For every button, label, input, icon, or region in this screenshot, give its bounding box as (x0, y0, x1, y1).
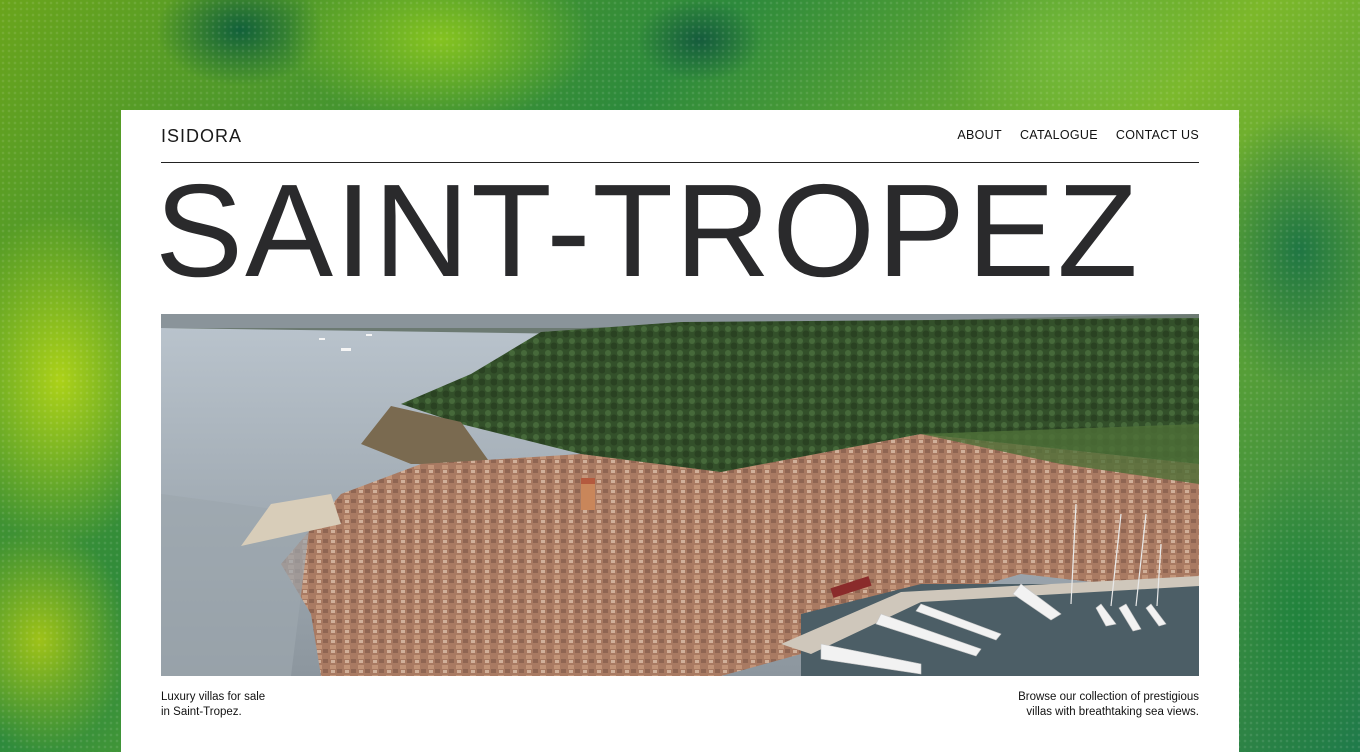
left-caption-line-2: in Saint-Tropez. (161, 706, 242, 718)
left-caption: Luxury villas for sale in Saint-Tropez. (161, 690, 361, 720)
aerial-town-photo (161, 314, 1199, 676)
hero-title: SAINT-TROPEZ (155, 166, 1140, 296)
content-card: ISIDORA ABOUT CATALOGUE CONTACT US SAINT… (121, 110, 1239, 752)
nav-link-catalogue[interactable]: CATALOGUE (1020, 128, 1098, 142)
left-caption-line-1: Luxury villas for sale (161, 691, 266, 703)
nav-link-about[interactable]: ABOUT (957, 128, 1002, 142)
nav-link-contact-us[interactable]: CONTACT US (1116, 128, 1199, 142)
brand-logo-text[interactable]: ISIDORA (161, 126, 242, 147)
top-navigation-bar: ISIDORA ABOUT CATALOGUE CONTACT US (161, 110, 1199, 163)
right-caption: Browse our collection of prestigious vil… (939, 690, 1199, 720)
right-caption-line-1: Browse our collection of prestigious (1018, 691, 1199, 703)
main-nav: ABOUT CATALOGUE CONTACT US (957, 128, 1199, 142)
right-caption-line-2: villas with breathtaking sea views. (1026, 706, 1199, 718)
